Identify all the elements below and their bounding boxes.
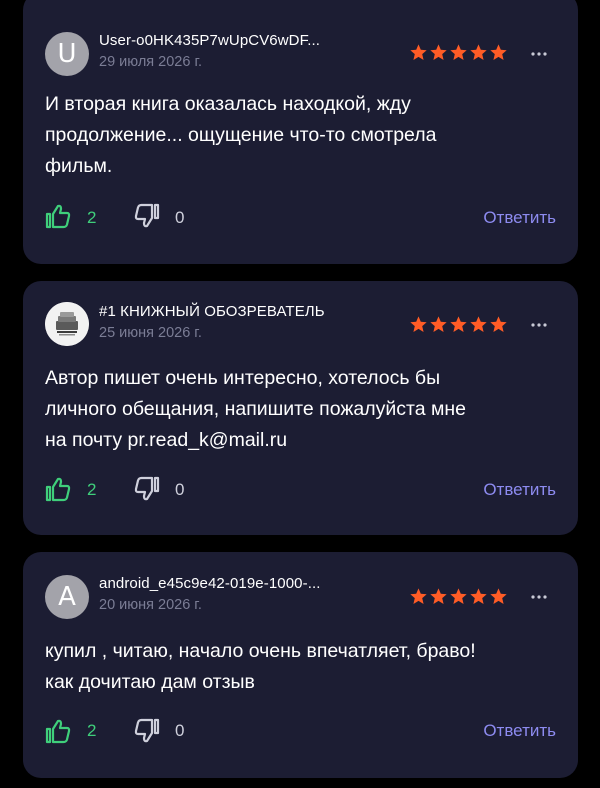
star-icon <box>410 44 427 60</box>
user-avatar[interactable]: U <box>45 32 89 76</box>
likes-count: 2 <box>87 721 97 740</box>
reviews-feed: U User-o0HK435P7wUpCV6wDF... 29 июля 202… <box>0 0 600 788</box>
review-text-line: на почту pr.read_k@mail.ru <box>45 429 288 451</box>
likes-count: 2 <box>87 208 97 227</box>
star-icon <box>490 44 507 60</box>
review-author[interactable]: #1 КНИЖНЫЙ ОБОЗРЕВАТЕЛЬ <box>99 303 325 320</box>
review-text-line: личного обещания, напишите пожалуйста мн… <box>45 398 466 420</box>
review-text-line: продолжение... ощущение что-то смотрела <box>45 124 437 146</box>
review-card: #1 КНИЖНЫЙ ОБОЗРЕВАТЕЛЬ 25 июня 2026 г. … <box>23 281 578 535</box>
dislikes-count: 0 <box>175 721 185 740</box>
dislikes-count: 0 <box>175 208 185 227</box>
thumbs-up-icon[interactable] <box>45 476 71 502</box>
review-text-line: И вторая книга оказалась находкой, жду <box>45 93 411 115</box>
review-text: купил , читаю, начало очень впечатляет, … <box>45 636 557 698</box>
thumbs-up-icon[interactable] <box>45 203 71 229</box>
review-date: 29 июля 2026 г. <box>99 54 202 70</box>
review-card: U User-o0HK435P7wUpCV6wDF... 29 июля 202… <box>23 0 578 264</box>
reply-button[interactable]: Ответить <box>483 208 556 228</box>
books-logo-icon <box>45 302 89 346</box>
star-icon <box>410 316 427 332</box>
star-icon <box>430 588 447 604</box>
star-icon <box>450 316 467 332</box>
star-icon <box>450 44 467 60</box>
review-text-line: фильм. <box>45 155 113 177</box>
review-date: 25 июня 2026 г. <box>99 325 202 341</box>
reply-button[interactable]: Ответить <box>483 480 556 500</box>
review-author[interactable]: android_e45c9e42-019e-1000-... <box>99 575 321 592</box>
star-rating <box>409 315 508 334</box>
ellipsis-icon[interactable] <box>529 49 549 59</box>
star-icon <box>470 588 487 604</box>
star-icon <box>430 44 447 60</box>
review-text-line: Автор пишет очень интересно, хотелось бы <box>45 367 441 389</box>
star-icon <box>430 316 447 332</box>
user-avatar[interactable]: A <box>45 575 89 619</box>
star-rating <box>409 587 508 606</box>
review-text-line: купил , читаю, начало очень впечатляет, … <box>45 640 476 662</box>
reply-button[interactable]: Ответить <box>483 721 556 741</box>
user-avatar[interactable] <box>45 302 89 346</box>
thumbs-down-icon[interactable] <box>134 203 160 229</box>
star-icon <box>490 588 507 604</box>
star-icon <box>490 316 507 332</box>
thumbs-down-icon[interactable] <box>134 476 160 502</box>
review-text: И вторая книга оказалась находкой, жду п… <box>45 89 557 182</box>
star-icon <box>410 588 427 604</box>
review-date: 20 июня 2026 г. <box>99 597 202 613</box>
thumbs-up-icon[interactable] <box>45 718 71 744</box>
review-text-line: как дочитаю дам отзыв <box>45 671 255 693</box>
thumbs-down-icon[interactable] <box>134 718 160 744</box>
ellipsis-icon[interactable] <box>529 320 549 330</box>
ellipsis-icon[interactable] <box>529 592 549 602</box>
star-rating <box>409 43 508 62</box>
star-icon <box>470 44 487 60</box>
review-text: Автор пишет очень интересно, хотелось бы… <box>45 363 557 456</box>
star-icon <box>470 316 487 332</box>
likes-count: 2 <box>87 480 97 499</box>
dislikes-count: 0 <box>175 480 185 499</box>
star-icon <box>450 588 467 604</box>
review-author[interactable]: User-o0HK435P7wUpCV6wDF... <box>99 32 320 49</box>
review-card: A android_e45c9e42-019e-1000-... 20 июня… <box>23 552 578 778</box>
